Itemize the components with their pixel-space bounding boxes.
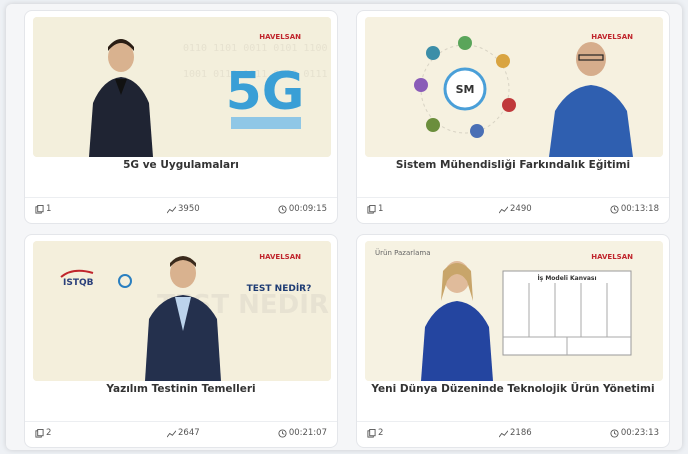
view-count: 2647 [167,428,200,438]
parts-count: 2 [35,428,51,438]
parts-count: 2 [367,428,383,438]
parts-count: 1 [35,204,51,214]
copy-icon [35,204,44,214]
view-count: 2186 [499,428,532,438]
svg-text:Ürün Pazarlama: Ürün Pazarlama [375,248,430,257]
canvas-board: İş Modeli Kanvası [502,270,632,356]
copy-icon [367,204,376,214]
svg-text:0110 1101 0011 0101 1100: 0110 1101 0011 0101 1100 [183,43,328,54]
video-title[interactable]: 5G ve Uygulamaları [25,159,337,171]
video-thumbnail[interactable]: TEST NEDİR ISTQB TEST NEDİR? HAVELSAN [33,241,331,381]
copy-icon [367,428,376,438]
view-count: 2490 [499,204,532,214]
video-meta: 1 2490 00:13:18 [357,197,669,214]
video-card-urun[interactable]: Ürün Pazarlama İş Modeli Kanvası HAVELSA… [356,234,670,448]
svg-text:SM: SM [456,83,475,96]
video-card-sistem[interactable]: SM HAVELSAN Sistem Mühendisliği Farkında… [356,10,670,224]
svg-text:HAVELSAN: HAVELSAN [591,253,633,261]
chart-icon [499,430,508,437]
video-duration: 00:13:18 [610,204,659,214]
svg-text:HAVELSAN: HAVELSAN [259,33,301,41]
chart-icon [167,430,176,437]
svg-text:HAVELSAN: HAVELSAN [259,253,301,261]
clock-icon [610,204,619,214]
svg-text:ISTQB: ISTQB [63,278,94,288]
video-meta: 2 2647 00:21:07 [25,421,337,438]
video-title[interactable]: Yazılım Testinin Temelleri [25,383,337,395]
svg-text:5G: 5G [226,62,305,122]
chart-icon [167,206,176,213]
thumbnail-image: SM HAVELSAN [365,17,663,157]
clock-icon [278,428,287,438]
thumbnail-image: 0110 1101 0011 0101 1100 1001 0110 1011 … [33,17,331,157]
clock-icon [278,204,287,214]
svg-text:TEST NEDİR?: TEST NEDİR? [247,283,312,294]
video-meta: 2 2186 00:23:13 [357,421,669,438]
video-duration: 00:21:07 [278,428,327,438]
video-thumbnail[interactable]: 0110 1101 0011 0101 1100 1001 0110 1011 … [33,17,331,157]
video-card-yazilim[interactable]: TEST NEDİR ISTQB TEST NEDİR? HAVELSAN Ya… [24,234,338,448]
view-count: 3950 [167,204,200,214]
video-thumbnail[interactable]: Ürün Pazarlama İş Modeli Kanvası HAVELSA… [365,241,663,381]
chart-icon [499,206,508,213]
video-meta: 1 3950 00:09:15 [25,197,337,214]
parts-count: 1 [367,204,383,214]
copy-icon [35,428,44,438]
video-title[interactable]: Sistem Mühendisliği Farkındalık Eğitimi [357,159,669,171]
video-grid: 0110 1101 0011 0101 1100 1001 0110 1011 … [6,4,682,450]
video-duration: 00:09:15 [278,204,327,214]
video-thumbnail[interactable]: SM HAVELSAN [365,17,663,157]
svg-text:İş Modeli Kanvası: İş Modeli Kanvası [537,275,596,282]
svg-text:HAVELSAN: HAVELSAN [591,33,633,41]
thumbnail-image: Ürün Pazarlama İş Modeli Kanvası HAVELSA… [365,241,663,381]
clock-icon [610,428,619,438]
thumbnail-image: TEST NEDİR ISTQB TEST NEDİR? HAVELSAN [33,241,331,381]
video-card-5g[interactable]: 0110 1101 0011 0101 1100 1001 0110 1011 … [24,10,338,224]
video-title[interactable]: Yeni Dünya Düzeninde Teknolojik Ürün Yön… [357,383,669,395]
video-duration: 00:23:13 [610,428,659,438]
